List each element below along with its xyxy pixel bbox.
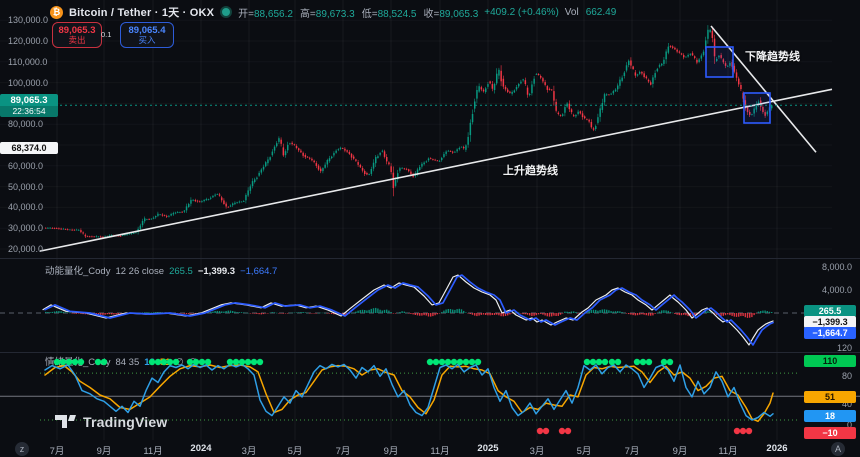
oscillator-blue-badge: 18 [804, 410, 856, 422]
change-value: +409.2 (+0.46%) [484, 7, 559, 18]
time-tick-label: 2026 [766, 443, 787, 454]
price-marker-badge: 68,374.0 [0, 142, 58, 154]
time-tick-label: 9月 [384, 443, 399, 457]
price-tick-label: 30,000.0 [8, 223, 43, 233]
open-value: 88,656.2 [254, 9, 293, 20]
current-price-badge: 89,065.3 22:36:54 [0, 94, 58, 117]
price-tick-label: 50,000.0 [8, 182, 43, 192]
oscillator-scale-tick: 120 [837, 343, 852, 353]
momentum-pane [0, 275, 832, 345]
close-label: 收= [424, 9, 440, 20]
symbol-title[interactable]: Bitcoin / Tether · 1天 · OKX [69, 4, 214, 20]
symbol-header: ₿ Bitcoin / Tether · 1天 · OKX 开=88,656.2… [50, 4, 616, 20]
pane-separator-2[interactable] [0, 352, 860, 353]
indicator1-slow-value: −1,664.7 [240, 266, 277, 277]
price-tick-label: 40,000.0 [8, 202, 43, 212]
indicator1-hist-value: 265.5 [169, 266, 193, 277]
buy-label: 买入 [138, 36, 155, 45]
indicator1-header[interactable]: 动能量化_Cody 12 26 close 265.5 −1,399.3 −1,… [45, 263, 277, 277]
current-price-value: 89,065.3 [0, 94, 58, 106]
pane-separator-1[interactable] [0, 258, 860, 259]
indicator1-params: 12 26 close [115, 266, 164, 277]
time-tick-label: 7月 [336, 443, 351, 457]
timezone-button[interactable]: z [15, 442, 29, 456]
oscillator-orange-badge: 51 [804, 391, 856, 403]
time-tick-label: 5月 [288, 443, 303, 457]
time-tick-label: 11月 [430, 443, 449, 457]
price-tick-label: 120,000.0 [8, 36, 48, 46]
momentum-scale-tick: 8,000.0 [822, 262, 852, 272]
oscillator-upper-badge: 110 [804, 355, 856, 367]
open-label: 开= [238, 9, 254, 20]
momentum-slow-badge: −1,664.7 [804, 327, 856, 339]
spread-value: 0.1 [101, 30, 111, 39]
time-tick-label: 9月 [673, 443, 688, 457]
time-axis[interactable]: z A 7月 9月 11月 2024 3月 5月 7月 9月 11月 2025 3月 5月 7月 9月 11… [0, 440, 860, 457]
time-tick-label: 5月 [577, 443, 592, 457]
oscillator-scale-tick: 80 [842, 371, 852, 381]
momentum-scale-tick: 4,000.0 [822, 285, 852, 295]
tradingview-logo-text: TradingView [83, 414, 167, 430]
volume-label: Vol [565, 7, 579, 18]
time-tick-label: 11月 [143, 443, 162, 457]
time-tick-label: 9月 [97, 443, 112, 457]
sell-button[interactable]: 89,065.3 卖出 [52, 22, 102, 48]
time-tick-label: 7月 [625, 443, 640, 457]
auto-scale-button[interactable]: A [831, 442, 845, 456]
price-pane [0, 25, 832, 251]
indicator1-title: 动能量化_Cody [45, 263, 110, 277]
time-tick-label: 11月 [718, 443, 737, 457]
high-label: 高= [300, 9, 316, 20]
price-tick-label: 80,000.0 [8, 119, 43, 129]
price-tick-label: 100,000.0 [8, 78, 48, 88]
ohlc-row: 开=88,656.2 高=89,673.3 低=88,524.5 收=89,06… [238, 5, 478, 20]
descending-trendline-label[interactable]: 下降趋势线 [745, 48, 800, 64]
time-tick-label: 3月 [530, 443, 545, 457]
price-tick-label: 60,000.0 [8, 161, 43, 171]
close-value: 89,065.3 [439, 9, 478, 20]
buy-button[interactable]: 89,065.4 买入 [120, 22, 174, 48]
price-tick-label: 110,000.0 [8, 57, 47, 67]
volume-value: 662.49 [586, 7, 617, 18]
market-status-icon[interactable] [220, 6, 232, 18]
time-tick-label: 2024 [190, 443, 211, 454]
time-tick-label: 3月 [242, 443, 257, 457]
ascending-trendline-label[interactable]: 上升趋势线 [503, 162, 558, 178]
high-value: 89,673.3 [316, 9, 355, 20]
price-tick-label: 20,000.0 [8, 244, 43, 254]
tradingview-logo-icon [55, 413, 77, 430]
bar-countdown: 22:36:54 [0, 106, 58, 117]
price-tick-label: 130,000.0 [8, 15, 48, 25]
tradingview-logo[interactable]: TradingView [55, 413, 167, 430]
btc-coin-icon: ₿ [50, 6, 63, 19]
low-label: 低= [362, 9, 378, 20]
trading-app: 情绪量化_Cody 84 35 18 51 ∅ ∅ ₿ Bitcoin / Te… [0, 0, 860, 457]
sell-label: 卖出 [68, 36, 85, 45]
oscillator-lower-badge: −10 [804, 427, 856, 439]
time-tick-label: 2025 [477, 443, 498, 454]
low-value: 88,524.5 [378, 9, 417, 20]
chart-canvas[interactable] [0, 0, 860, 440]
indicator1-fast-value: −1,399.3 [198, 266, 235, 277]
time-tick-label: 7月 [50, 443, 65, 457]
